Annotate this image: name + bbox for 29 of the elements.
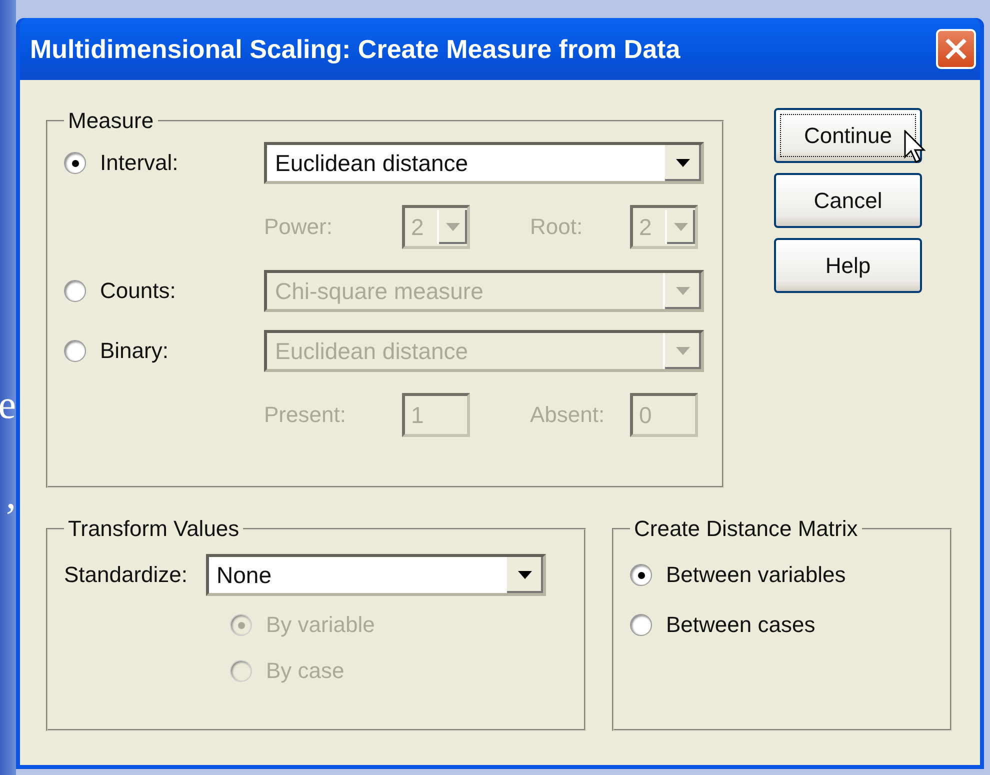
dropdown[interactable]: Euclidean distance	[264, 142, 704, 184]
field-label: Power:	[264, 214, 334, 240]
radio-label: By variable	[266, 612, 375, 638]
radio-label: Between variables	[666, 562, 846, 588]
radio-button[interactable]	[64, 340, 86, 362]
radio-label: Between cases	[666, 612, 816, 638]
radio-button[interactable]	[630, 564, 652, 586]
dropdown[interactable]: None	[206, 554, 546, 596]
window-title: Multidimensional Scaling: Create Measure from Data	[30, 34, 680, 64]
close-button[interactable]	[936, 29, 976, 69]
group-title: Transform Values	[67, 516, 240, 542]
slide-text: ,	[6, 475, 16, 515]
group-title: Create Distance Matrix	[633, 516, 859, 542]
radio-label: Binary:	[100, 338, 168, 364]
group-title: Measure	[67, 108, 155, 134]
cursor-icon	[904, 130, 926, 164]
radio-button[interactable]	[64, 280, 86, 302]
radio-button[interactable]	[64, 152, 86, 174]
radio-label: Counts:	[100, 278, 176, 304]
field-label: Standardize:	[64, 562, 188, 588]
dialog-button[interactable]: Help	[774, 238, 922, 293]
field-label: Absent:	[530, 402, 606, 428]
field-label: Root:	[530, 214, 584, 240]
radio-label: Interval:	[100, 150, 178, 176]
radio-label: By case	[266, 658, 344, 684]
dialog-button[interactable]: Cancel	[774, 173, 922, 228]
radio-button[interactable]	[630, 614, 652, 636]
field-label: Present:	[264, 402, 347, 428]
close-icon	[944, 37, 968, 61]
